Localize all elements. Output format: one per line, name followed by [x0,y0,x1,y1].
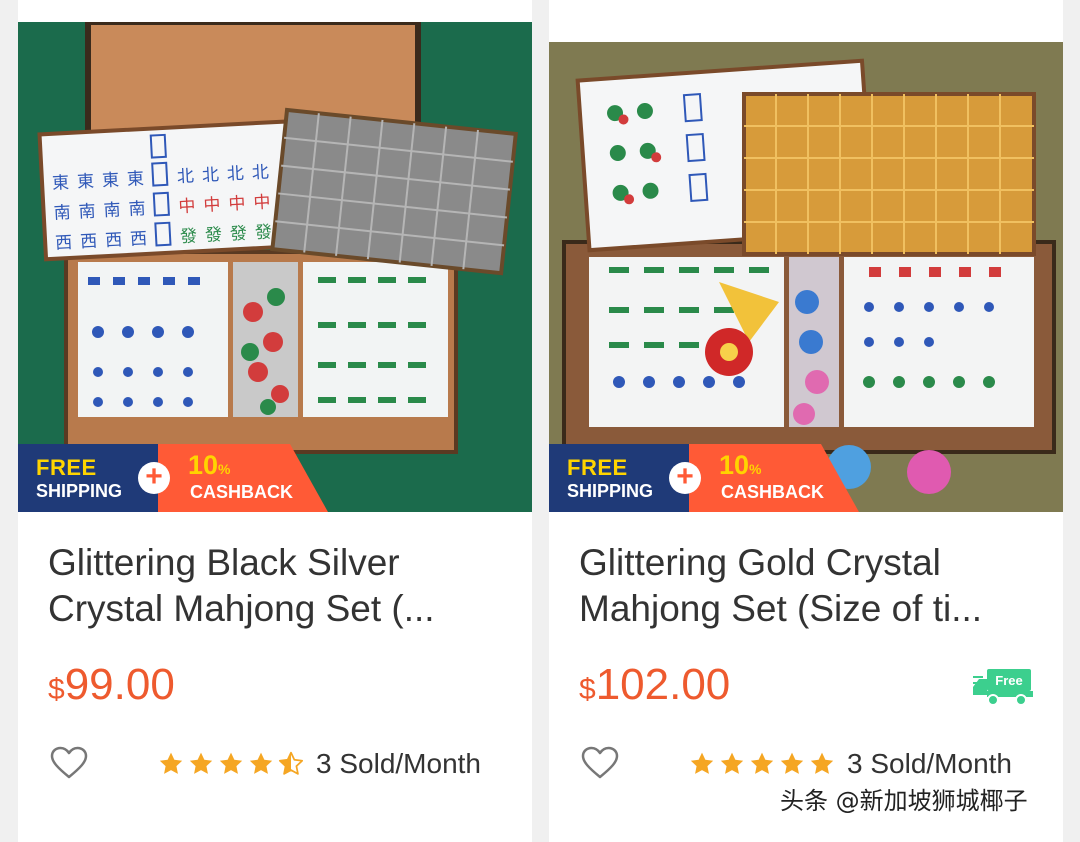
svg-text:東: 東 [127,169,145,190]
product-photo-black-silver-set: 東東東東 南南南南 西西西西 北北北北 中中中中 發發發發 [18,22,532,512]
truck-label: Free [995,673,1022,688]
plus-icon: + [669,462,701,494]
sold-count: 3 Sold/Month [316,748,481,779]
svg-text:東: 東 [102,170,120,191]
heart-icon[interactable] [581,746,619,780]
star-icon [810,752,834,774]
svg-text:北: 北 [201,165,219,186]
product-price: $102.00 [579,660,731,709]
free-shipping-truck-icon: Free [973,669,1033,706]
heart-icon[interactable] [50,746,88,780]
product-title[interactable]: Glittering Gold Crystal Mahjong Set (Siz… [579,540,1039,632]
rating-stars [158,751,304,777]
product-image[interactable]: FREE SHIPPING + 10% CASHBACK [549,42,1063,512]
star-icon [219,752,243,774]
svg-text:南: 南 [128,199,146,220]
svg-text:東: 東 [52,173,70,194]
svg-text:發: 發 [230,224,248,245]
product-title[interactable]: Glittering Black Silver Crystal Mahjong … [48,540,508,632]
star-icon [159,752,183,774]
product-price: $99.00 [48,660,175,709]
product-card[interactable]: FREE SHIPPING + 10% CASHBACK Glittering … [549,0,1063,842]
promo-free-label: FREE [567,455,628,480]
promo-banner: FREE SHIPPING + 10% CASHBACK [18,444,328,512]
svg-text:中: 中 [228,194,246,215]
promo-percent: 10% [188,450,231,480]
svg-text:中: 中 [203,195,221,216]
star-icon [189,752,213,774]
product-image[interactable]: 東東東東 南南南南 西西西西 北北北北 中中中中 發發發發 FREE SHIPP… [18,22,532,512]
svg-text:西: 西 [105,230,123,251]
star-icon [720,752,744,774]
sold-count: 3 Sold/Month [847,748,1012,779]
star-icon [690,752,714,774]
star-icon [780,752,804,774]
svg-text:西: 西 [55,233,73,254]
promo-shipping-label: SHIPPING [36,481,123,501]
promo-free-label: FREE [36,455,97,480]
watermark: 头条 @新加坡狮城椰子 [780,787,1028,815]
svg-text:西: 西 [130,229,148,250]
promo-cashback-label: CASHBACK [190,482,293,502]
svg-text:北: 北 [176,166,194,187]
svg-text:發: 發 [180,226,198,247]
svg-text:東: 東 [77,172,95,193]
svg-text:發: 發 [254,222,272,243]
svg-text:西: 西 [80,232,98,253]
svg-text:中: 中 [253,192,271,213]
svg-text:中: 中 [178,196,196,217]
plus-icon: + [138,462,170,494]
svg-text:南: 南 [53,203,71,224]
half-star-icon [278,751,304,775]
promo-banner: FREE SHIPPING + 10% CASHBACK [549,444,859,512]
product-card[interactable]: 東東東東 南南南南 西西西西 北北北北 中中中中 發發發發 FREE SHIPP… [18,0,532,842]
svg-text:發: 發 [205,225,223,246]
product-photo-gold-set [549,42,1063,512]
promo-percent: 10% [719,450,762,480]
svg-text:南: 南 [78,202,96,223]
svg-text:南: 南 [103,200,121,221]
promo-cashback-label: CASHBACK [721,482,824,502]
star-icon [249,752,273,774]
svg-text:北: 北 [251,162,269,183]
star-icon [750,752,774,774]
promo-shipping-label: SHIPPING [567,481,654,501]
rating-stars [689,751,835,777]
svg-text:北: 北 [226,164,244,185]
